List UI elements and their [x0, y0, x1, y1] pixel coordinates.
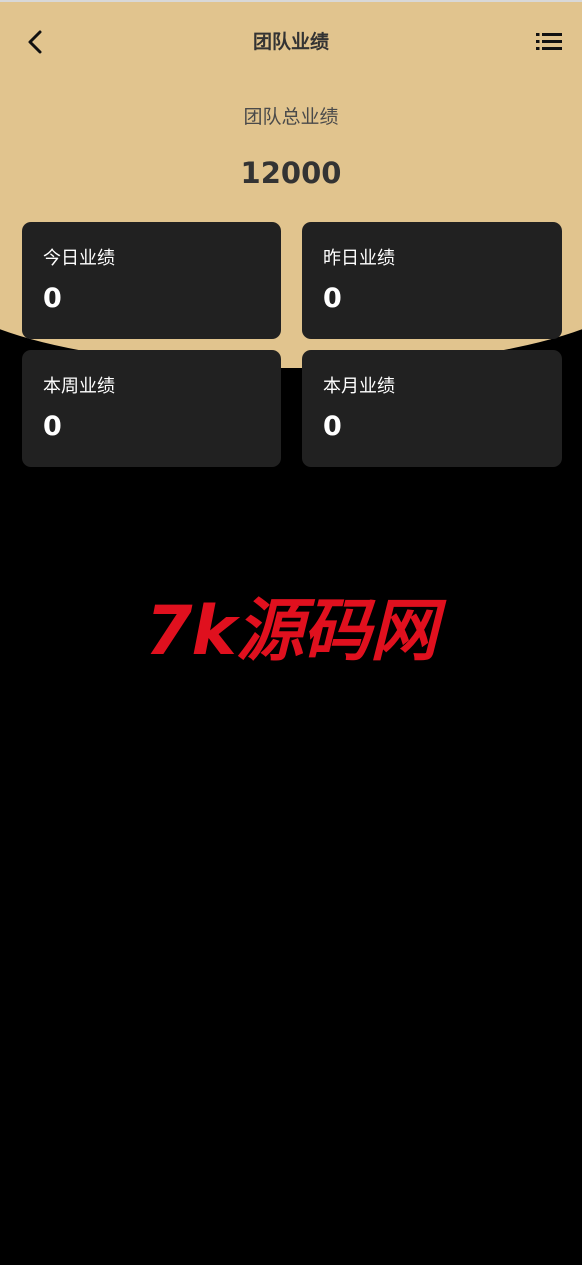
stat-card-value: 0 [43, 411, 62, 442]
navbar: 团队业绩 [0, 2, 582, 82]
stat-card-label: 昨日业绩 [323, 248, 395, 269]
team-performance-page: 团队业绩 团队总业绩 12000 今日业绩 0 昨日业绩 0 本周业绩 0 本月… [0, 0, 582, 1265]
menu-button[interactable] [532, 24, 566, 58]
stat-card-today: 今日业绩 0 [22, 222, 281, 339]
stat-card-label: 本月业绩 [323, 376, 395, 397]
stat-card-value: 0 [323, 411, 342, 442]
stat-card-label: 本周业绩 [43, 376, 115, 397]
stat-card-yesterday: 昨日业绩 0 [302, 222, 562, 339]
watermark-text: 7k源码网 [145, 592, 438, 671]
stat-card-label: 今日业绩 [43, 248, 115, 269]
stat-card-value: 0 [43, 283, 62, 314]
stat-card-month: 本月业绩 0 [302, 350, 562, 467]
list-icon [536, 33, 562, 50]
total-performance-value: 12000 [240, 156, 342, 190]
stat-card-value: 0 [323, 283, 342, 314]
total-performance-label: 团队总业绩 [243, 106, 339, 128]
page-title: 团队业绩 [252, 31, 329, 53]
stat-card-week: 本周业绩 0 [22, 350, 281, 467]
